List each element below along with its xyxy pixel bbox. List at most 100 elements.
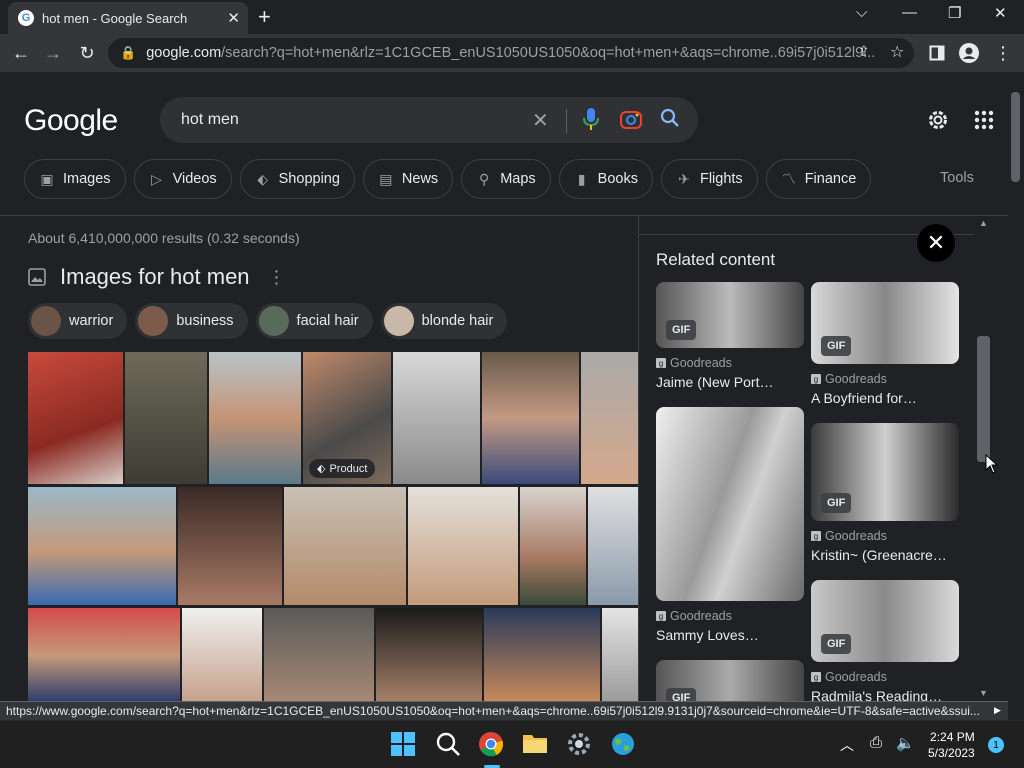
image-result[interactable]	[482, 352, 579, 484]
google-logo[interactable]: Google	[24, 104, 118, 138]
chart-icon: 〽	[781, 171, 796, 187]
close-panel-button[interactable]: ✕	[917, 224, 955, 262]
restore-button[interactable]: ❐	[948, 4, 961, 22]
related-card[interactable]: GIF g Goodreads Kristin~ (Greenacre…	[811, 423, 959, 563]
images-heading[interactable]: Images for hot men	[60, 264, 250, 290]
search-icon[interactable]	[660, 108, 680, 133]
gif-badge: GIF	[666, 320, 697, 340]
volume-icon[interactable]: 🔈	[896, 734, 915, 752]
tab-search-chevron-icon[interactable]: ⌵	[856, 4, 867, 21]
related-card-image[interactable]: GIF	[811, 423, 959, 521]
mic-icon[interactable]	[582, 107, 600, 136]
related-card[interactable]: GIF g Goodreads Jaime (New Port…	[656, 282, 804, 390]
reload-button[interactable]: ↻	[74, 40, 100, 66]
browser-title-bar: G hot men - Google Search ✕ + ⌵ — ❐ ✕	[0, 0, 1024, 34]
windows-start-icon[interactable]	[390, 731, 418, 759]
tab-news[interactable]: ▤ News	[362, 159, 454, 199]
newspaper-icon: ▤	[379, 170, 393, 187]
tools-button[interactable]: Tools	[940, 170, 974, 186]
apps-grid-icon[interactable]	[974, 110, 994, 135]
refine-chip-warrior[interactable]: warrior	[28, 303, 128, 339]
related-card-caption[interactable]: Radmila's Reading…	[811, 688, 959, 702]
image-result[interactable]	[28, 352, 123, 484]
taskbar-clock[interactable]: 2:24 PM 5/3/2023	[928, 729, 975, 761]
image-result[interactable]	[484, 608, 600, 702]
image-result[interactable]	[581, 352, 640, 484]
search-query[interactable]: hot men	[181, 111, 239, 129]
share-icon[interactable]: ⇪	[858, 43, 870, 60]
show-hidden-icons-chevron[interactable]: ︿	[840, 735, 854, 755]
related-card-image[interactable]: GIF	[811, 282, 959, 364]
image-result[interactable]	[125, 352, 207, 484]
image-result[interactable]	[588, 487, 640, 605]
address-bar[interactable]: 🔒 google.com /search?q=hot+men&rlz=1C1GC…	[108, 38, 914, 68]
bookmark-star-icon[interactable]: ☆	[890, 42, 904, 62]
image-result[interactable]	[182, 608, 262, 702]
related-card-image[interactable]: GIF	[811, 580, 959, 662]
google-lens-icon[interactable]	[620, 109, 642, 134]
image-result[interactable]	[28, 487, 176, 605]
settings-taskbar-icon[interactable]	[566, 731, 594, 759]
scroll-down-arrow-icon[interactable]: ▼	[979, 688, 988, 698]
file-explorer-icon[interactable]	[522, 731, 550, 759]
image-result[interactable]	[408, 487, 518, 605]
refine-label: business	[176, 313, 234, 329]
refine-thumbnail	[31, 306, 61, 336]
related-card[interactable]: g Goodreads Sammy Loves…	[656, 407, 804, 643]
close-window-button[interactable]: ✕	[994, 4, 1007, 22]
scroll-up-arrow-icon[interactable]: ▲	[979, 218, 988, 228]
close-tab-icon[interactable]: ✕	[227, 9, 240, 27]
related-card-image[interactable]	[656, 407, 804, 601]
refine-chip-blonde-hair[interactable]: blonde hair	[380, 303, 508, 339]
minimize-button[interactable]: —	[902, 4, 917, 21]
image-result[interactable]	[209, 352, 301, 484]
tab-maps[interactable]: ⚲ Maps	[461, 159, 551, 199]
side-panel-icon[interactable]	[924, 40, 950, 66]
forward-button[interactable]: →	[40, 40, 66, 66]
profile-avatar-icon[interactable]	[956, 40, 982, 66]
new-tab-button[interactable]: +	[258, 4, 271, 30]
refine-chip-business[interactable]: business	[135, 303, 248, 339]
related-card[interactable]: GIF g Goodreads A Boyfriend for…	[811, 282, 959, 406]
more-options-icon[interactable]: ⋮	[268, 267, 286, 288]
browser-tab[interactable]: G hot men - Google Search ✕	[8, 2, 248, 34]
related-card[interactable]: GIF g Goodreads Radmila's Reading…	[811, 580, 959, 702]
related-card-image[interactable]: GIF	[656, 282, 804, 348]
related-card-caption[interactable]: A Boyfriend for…	[811, 390, 959, 406]
taskbar-search-icon[interactable]	[435, 731, 463, 759]
image-result[interactable]: ⬖ Product	[303, 352, 391, 484]
chrome-taskbar-icon[interactable]	[478, 731, 506, 768]
tab-shopping[interactable]: ⬖ Shopping	[239, 159, 355, 199]
image-result[interactable]	[520, 487, 586, 605]
panel-scrollbar-thumb[interactable]	[977, 336, 990, 462]
search-input[interactable]: hot men ✕	[160, 97, 698, 143]
refine-chip-facial-hair[interactable]: facial hair	[255, 303, 373, 339]
notification-badge[interactable]: 1	[988, 737, 1004, 753]
tab-books[interactable]: ▮ Books	[558, 159, 653, 199]
image-result[interactable]	[393, 352, 480, 484]
related-card-caption[interactable]: Kristin~ (Greenacre…	[811, 547, 959, 563]
image-result[interactable]	[284, 487, 406, 605]
image-result[interactable]	[264, 608, 374, 702]
network-icon[interactable]: ⎙	[870, 734, 882, 751]
gif-badge: GIF	[821, 634, 852, 654]
image-result[interactable]	[178, 487, 282, 605]
related-card-caption[interactable]: Sammy Loves…	[656, 627, 804, 643]
tab-videos[interactable]: ▷ Videos	[133, 159, 232, 199]
page-scrollbar-thumb[interactable]	[1011, 92, 1020, 182]
tab-finance[interactable]: 〽 Finance	[765, 159, 872, 199]
back-button[interactable]: ←	[8, 40, 34, 66]
browser-globe-taskbar-icon[interactable]	[610, 731, 638, 759]
related-card-caption[interactable]: Jaime (New Port…	[656, 374, 804, 390]
related-card[interactable]: GIF	[656, 660, 804, 702]
tab-images[interactable]: ▣ Images	[24, 159, 126, 199]
status-url-bar: https://www.google.com/search?q=hot+men&…	[0, 701, 1008, 720]
image-result[interactable]	[602, 608, 640, 702]
image-result[interactable]	[28, 608, 180, 702]
chrome-menu-icon[interactable]: ⋮	[990, 40, 1016, 66]
settings-gear-icon[interactable]	[926, 108, 950, 137]
image-result[interactable]	[376, 608, 482, 702]
related-card-image[interactable]: GIF	[656, 660, 804, 702]
tab-flights[interactable]: ✈ Flights	[660, 159, 758, 199]
clear-search-icon[interactable]: ✕	[532, 108, 549, 133]
